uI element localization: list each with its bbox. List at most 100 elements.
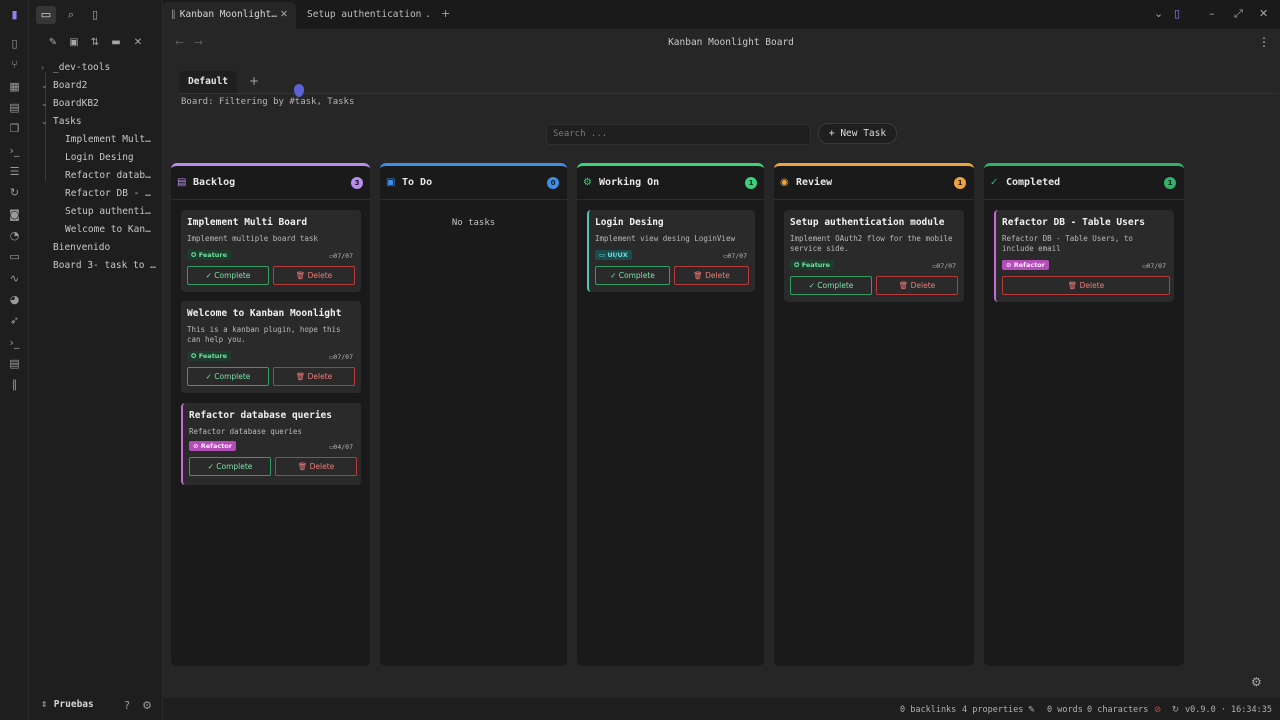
kanban-icon: ∥ <box>171 9 176 20</box>
delete-button[interactable]: 🗑 Delete <box>273 266 355 285</box>
sidebar-toggle-icon[interactable]: ▮ <box>8 8 21 21</box>
close-icon[interactable]: ✕ <box>131 36 145 50</box>
board-settings-icon[interactable]: ⚙ <box>1251 675 1262 689</box>
tree-item-implement-multi[interactable]: Implement Mult… <box>65 131 161 149</box>
tab-setup-auth[interactable]: Setup authentication … <box>299 2 429 29</box>
eye-icon: ◉ <box>780 177 789 188</box>
new-folder-icon[interactable]: ▣ <box>67 36 81 50</box>
comment-icon[interactable]: ▭ <box>8 250 21 263</box>
vault-switcher[interactable]: ⇕ Pruebas <box>41 699 94 710</box>
sort-icon[interactable]: ⇅ <box>88 36 102 50</box>
tab-kanban-board[interactable]: ∥ Kanban Moonlight… ✕ <box>163 2 296 29</box>
main-content: ← → Kanban Moonlight Board ⋮ Default + B… <box>163 29 1280 698</box>
right-sidebar-toggle-icon[interactable]: ▯ <box>1174 7 1180 21</box>
sync-off-icon[interactable]: ⊘ <box>1154 701 1161 719</box>
file-icon[interactable]: ▯ <box>8 37 21 50</box>
task-card[interactable]: Login Desing Implement view desing Login… <box>587 210 755 292</box>
tree-item-boardkb2[interactable]: ⌄ BoardKB2 <box>41 95 99 113</box>
tag-feature: ✪ Feature <box>187 250 232 260</box>
console-icon[interactable]: ›_ <box>8 336 21 349</box>
calendar-icon[interactable]: ▤ <box>8 101 21 114</box>
add-board-icon[interactable]: + <box>249 74 259 88</box>
complete-button[interactable]: ✓ Complete <box>187 367 269 386</box>
empty-column-message: No tasks <box>451 218 496 228</box>
new-task-button[interactable]: + New Task <box>818 123 897 144</box>
history-icon[interactable]: ◔ <box>8 229 21 242</box>
search-input[interactable]: Search ... <box>546 124 811 145</box>
folder-icon[interactable]: ▭ <box>36 6 56 24</box>
ribbon: ▮ ▯ ⑂ ▦ ▤ ❐ ›_ ☰ ↻ ◙ ◔ ▭ ∿ ◕ ➶ ›_ ▤ ∥ <box>0 0 29 720</box>
task-card[interactable]: Implement Multi Board Implement multiple… <box>181 210 361 292</box>
tag-uiux: ▭ UI/UX <box>595 250 632 260</box>
tree-item-setup-auth[interactable]: Setup authenti… <box>65 203 161 221</box>
close-window-icon[interactable]: ✕ <box>1259 7 1268 21</box>
template-icon[interactable]: ▤ <box>8 357 21 370</box>
new-note-icon[interactable]: ✎ <box>46 36 60 50</box>
delete-button[interactable]: 🗑 Delete <box>275 457 357 476</box>
card-date: ▭07/07 <box>932 262 957 270</box>
tree-item-tasks[interactable]: ⌄ Tasks <box>41 113 82 131</box>
tree-item-label: Board2 <box>53 80 88 91</box>
minimize-icon[interactable]: – <box>1209 7 1215 21</box>
delete-button[interactable]: 🗑 Delete <box>1002 276 1170 295</box>
search-icon[interactable]: ⌕ <box>64 8 78 22</box>
check-icon: ✓ <box>990 177 999 188</box>
column-count-badge: 1 <box>745 177 757 189</box>
delete-button[interactable]: 🗑 Delete <box>674 266 749 285</box>
tree-item-board2[interactable]: ⌄ Board2 <box>41 77 87 95</box>
settings-icon[interactable]: ⚙ <box>140 699 154 713</box>
properties-count[interactable]: 4 properties <box>962 701 1023 719</box>
tree-item-board3[interactable]: Board 3- task to … <box>53 257 161 275</box>
camera-icon[interactable]: ◙ <box>8 208 21 221</box>
bookmark-icon[interactable]: ▯ <box>88 8 102 22</box>
card-title: Refactor database queries <box>189 410 332 421</box>
task-card[interactable]: Welcome to Kanban Moonlight This is a ka… <box>181 301 361 393</box>
help-icon[interactable]: ? <box>120 699 134 713</box>
maximize-icon[interactable]: ⤢ <box>1234 7 1243 21</box>
sync-icon[interactable]: ↻ <box>8 186 21 199</box>
complete-button[interactable]: ✓ Complete <box>187 266 269 285</box>
complete-button[interactable]: ✓ Complete <box>595 266 670 285</box>
complete-button[interactable]: ✓ Complete <box>189 457 271 476</box>
graph-icon[interactable]: ⑂ <box>8 58 21 71</box>
edit-icon[interactable]: ✎ <box>1028 701 1035 719</box>
tag-feature: ✪ Feature <box>790 260 835 270</box>
word-count: 0 words <box>1047 705 1083 715</box>
tree-item-refactor-database[interactable]: Refactor datab… <box>65 167 161 185</box>
card-date: ▭07/07 <box>723 252 748 260</box>
grid-icon[interactable]: ▦ <box>8 80 21 93</box>
delete-button[interactable]: 🗑 Delete <box>876 276 958 295</box>
palette-icon[interactable]: ◕ <box>8 293 21 306</box>
tree-item-refactor-db[interactable]: Refactor DB - … <box>65 185 161 203</box>
new-tab-icon[interactable]: + <box>441 7 450 21</box>
board-tab-default[interactable]: Default <box>179 71 237 93</box>
tree-item-bienvenido[interactable]: Bienvenido <box>53 239 161 257</box>
tree-item-login-desing[interactable]: Login Desing <box>65 149 161 167</box>
task-card[interactable]: Setup authentication module Implement OA… <box>784 210 964 302</box>
card-description: Refactor database queries <box>189 427 302 436</box>
card-title: Refactor DB - Table Users <box>1002 217 1145 228</box>
task-card[interactable]: Refactor database queries Refactor datab… <box>181 403 361 485</box>
pages-icon[interactable]: ❐ <box>8 122 21 135</box>
backlinks-count[interactable]: 0 backlinks <box>900 701 956 719</box>
backlog-icon: ▤ <box>177 177 187 188</box>
app-window: ▮ ▯ ⑂ ▦ ▤ ❐ ›_ ☰ ↻ ◙ ◔ ▭ ∿ ◕ ➶ ›_ ▤ ∥ ▭ … <box>0 0 1280 720</box>
list-icon[interactable]: ☰ <box>8 165 21 178</box>
kanban-icon[interactable]: ∥ <box>8 378 21 391</box>
delete-button[interactable]: 🗑 Delete <box>273 367 355 386</box>
collapse-all-icon[interactable]: ▬ <box>109 36 123 50</box>
tree-item-dev-tools[interactable]: › _dev-tools <box>41 59 110 77</box>
complete-button[interactable]: ✓ Complete <box>790 276 872 295</box>
column-backlog: ▤ Backlog 3 Implement Multi Board Implem… <box>171 163 370 666</box>
tree-item-welcome[interactable]: Welcome to Kan… <box>65 221 161 239</box>
task-card[interactable]: Refactor DB - Table Users Refactor DB - … <box>994 210 1174 302</box>
pulse-icon[interactable]: ∿ <box>8 272 21 285</box>
tab-label: Setup authentication … <box>307 9 429 20</box>
terminal-icon[interactable]: ›_ <box>8 144 21 157</box>
close-icon[interactable]: ✕ <box>280 2 288 27</box>
refresh-icon[interactable]: ↻ <box>1172 701 1179 719</box>
rocket-icon[interactable]: ➶ <box>8 314 21 327</box>
more-options-icon[interactable]: ⋮ <box>1258 35 1270 49</box>
chevron-down-icon[interactable]: ⌄ <box>1154 7 1163 21</box>
card-title: Login Desing <box>595 217 664 228</box>
